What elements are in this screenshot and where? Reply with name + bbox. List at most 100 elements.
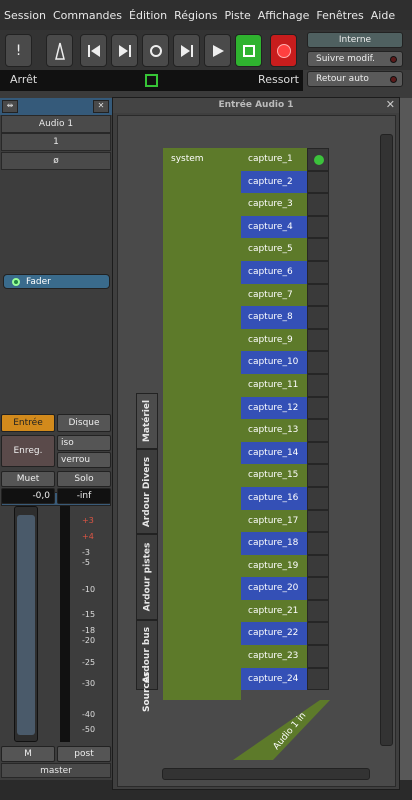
meter-point-button[interactable]: M (1, 746, 55, 762)
grid-cell[interactable] (307, 170, 329, 194)
gain-fader-knob[interactable] (17, 515, 35, 735)
mute-button[interactable]: Muet (1, 471, 55, 487)
horizontal-scrollbar[interactable] (162, 768, 370, 780)
port-row[interactable]: capture_2 (241, 170, 307, 194)
menu-affichage[interactable]: Affichage (258, 9, 310, 22)
record-enable-button[interactable]: Enreg. (1, 435, 55, 467)
close-icon[interactable]: ✕ (386, 98, 395, 111)
gain-fader[interactable] (14, 506, 38, 742)
grid-cell[interactable] (307, 396, 329, 420)
scale-tick: -10 (82, 585, 96, 594)
strip-width-icon[interactable]: ⇹ (2, 100, 18, 113)
grid-cell[interactable] (307, 351, 329, 374)
solo-button[interactable]: Solo (57, 471, 111, 487)
port-row[interactable]: capture_15 (241, 464, 307, 487)
menu-edition[interactable]: Édition (129, 9, 167, 22)
port-list: capture_1 capture_2 capture_3 capture_4 capt… (241, 148, 307, 691)
grid-cell[interactable] (307, 509, 329, 533)
port-row[interactable]: capture_19 (241, 554, 307, 578)
menu-session[interactable]: Session (4, 9, 46, 22)
plugin-fader[interactable]: Fader (3, 274, 110, 289)
stop-button[interactable] (235, 34, 262, 67)
strip-name-button[interactable]: Audio 1 (1, 115, 111, 133)
follow-edits-toggle[interactable]: Suivre modif. (307, 51, 403, 67)
port-row[interactable]: capture_22 (241, 622, 307, 646)
strip-hide-icon[interactable]: ✕ (93, 100, 109, 113)
grid-cell[interactable] (307, 667, 329, 691)
grid-cell[interactable] (307, 464, 329, 487)
record-button[interactable] (270, 34, 297, 67)
connection-dot[interactable] (314, 155, 324, 165)
grid-cell[interactable] (307, 577, 329, 600)
grid-cell[interactable] (307, 373, 329, 397)
vertical-scrollbar[interactable] (380, 134, 393, 746)
port-row[interactable]: capture_1 (241, 148, 307, 171)
grid-cell[interactable] (307, 306, 329, 329)
meter-scale: +3 +4 -3 -5 -10 -15 -18 -20 -25 -30 -40 … (58, 506, 108, 742)
output-button[interactable]: master (1, 763, 111, 778)
peak-display[interactable]: -inf (57, 488, 111, 504)
menu-regions[interactable]: Régions (174, 9, 217, 22)
grid-cell[interactable] (307, 260, 329, 284)
meter-type-button[interactable]: post (57, 746, 111, 762)
clock-source-button[interactable]: Interne (307, 32, 403, 48)
grid-cell[interactable] (307, 532, 329, 555)
lock-button[interactable]: verrou (57, 452, 111, 468)
menu-fenetres[interactable]: Fenêtres (316, 9, 363, 22)
port-row[interactable]: capture_8 (241, 306, 307, 329)
disk-monitor-button[interactable]: Disque (57, 414, 111, 432)
gain-display[interactable]: -0,0 (1, 488, 55, 504)
auto-return-toggle[interactable]: Retour auto (307, 71, 403, 87)
goto-end-button[interactable] (111, 34, 138, 67)
tab-materiel[interactable]: Matériel (136, 393, 158, 449)
input-button[interactable]: 1 (1, 133, 111, 151)
isolate-button[interactable]: iso (57, 435, 111, 451)
grid-cell[interactable] (307, 645, 329, 668)
tab-ardour-pistes[interactable]: Ardour pistes (136, 534, 158, 620)
port-row[interactable]: capture_11 (241, 373, 307, 397)
grid-cell[interactable] (307, 622, 329, 646)
port-row[interactable]: capture_6 (241, 260, 307, 284)
port-row[interactable]: capture_20 (241, 577, 307, 600)
port-row[interactable]: capture_14 (241, 441, 307, 465)
port-row[interactable]: capture_24 (241, 667, 307, 691)
grid-cell[interactable] (307, 193, 329, 216)
grid-cell[interactable] (307, 238, 329, 261)
port-row[interactable]: capture_17 (241, 509, 307, 533)
port-row[interactable]: capture_23 (241, 645, 307, 668)
input-monitor-button[interactable]: Entrée (1, 414, 55, 432)
port-row[interactable]: capture_4 (241, 215, 307, 239)
grid-cell[interactable] (307, 554, 329, 578)
menu-aide[interactable]: Aide (371, 9, 395, 22)
phase-invert-button[interactable]: ø (1, 152, 111, 170)
port-row[interactable]: capture_21 (241, 599, 307, 623)
port-row[interactable]: capture_18 (241, 532, 307, 555)
port-row[interactable]: capture_16 (241, 486, 307, 510)
level-meter (60, 506, 70, 742)
metronome-button[interactable] (46, 34, 73, 67)
grid-cell[interactable] (307, 328, 329, 352)
grid-cell[interactable] (307, 283, 329, 307)
grid-cell[interactable] (307, 441, 329, 465)
port-row[interactable]: capture_7 (241, 283, 307, 307)
play-range-button[interactable] (173, 34, 200, 67)
status-stopped: Arrêt (10, 73, 38, 86)
menu-piste[interactable]: Piste (224, 9, 250, 22)
port-row[interactable]: capture_5 (241, 238, 307, 261)
port-row[interactable]: capture_10 (241, 351, 307, 374)
panic-button[interactable]: ! (5, 34, 32, 67)
goto-start-button[interactable] (80, 34, 107, 67)
port-row[interactable]: capture_3 (241, 193, 307, 216)
port-row[interactable]: capture_13 (241, 419, 307, 442)
port-row[interactable]: capture_12 (241, 396, 307, 420)
tab-ardour-divers[interactable]: Ardour Divers (136, 449, 158, 534)
play-button[interactable] (204, 34, 231, 67)
skip-back-icon (87, 44, 100, 57)
menu-commandes[interactable]: Commandes (53, 9, 122, 22)
grid-cell[interactable] (307, 599, 329, 623)
grid-cell[interactable] (307, 215, 329, 239)
grid-cell[interactable] (307, 486, 329, 510)
grid-cell[interactable] (307, 419, 329, 442)
port-row[interactable]: capture_9 (241, 328, 307, 352)
loop-button[interactable] (142, 34, 169, 67)
